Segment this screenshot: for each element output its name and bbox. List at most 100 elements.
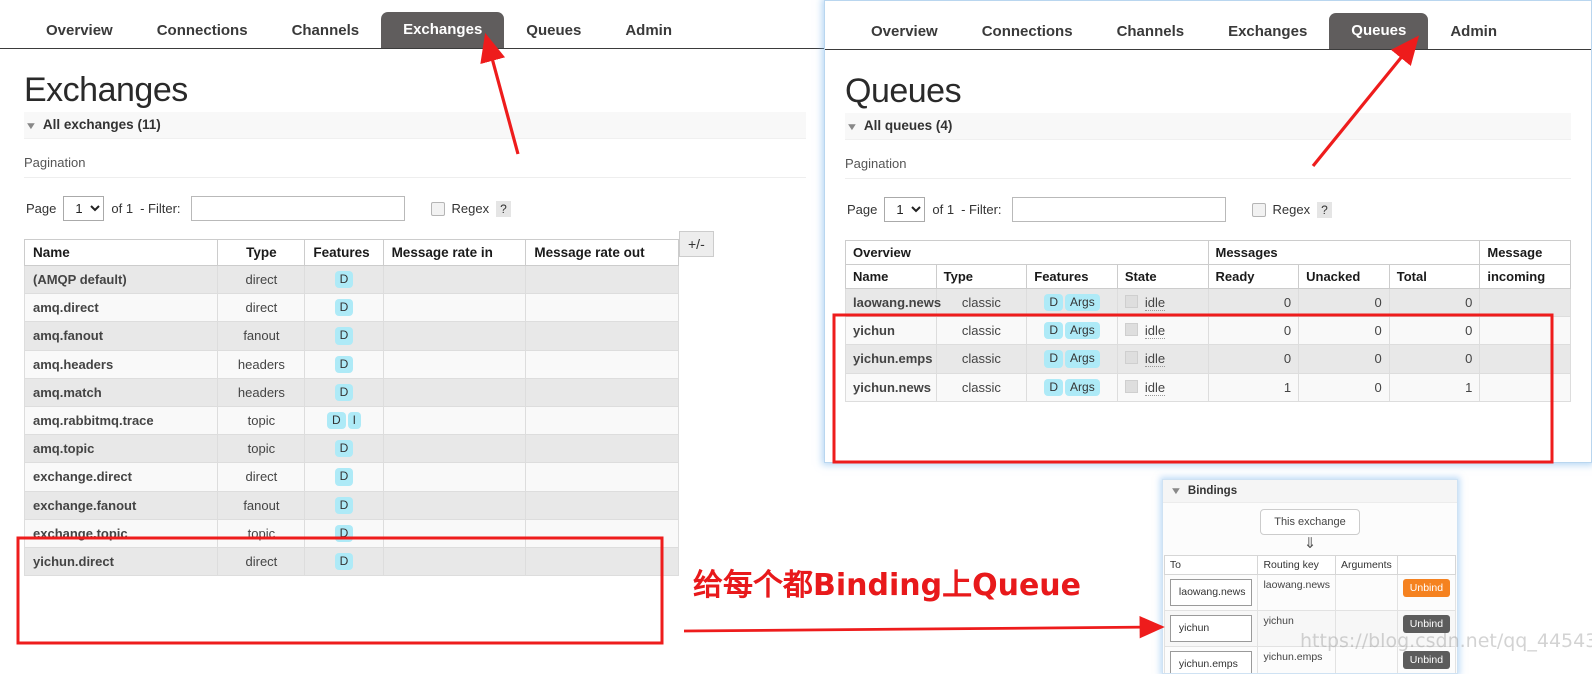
feature-badge[interactable]: D [334,355,354,373]
all-exchanges-section-header[interactable]: ▼ All exchanges (11) [24,112,806,139]
feature-badge[interactable]: D [334,496,354,514]
col-name[interactable]: Name [23,239,219,266]
q-filter-input[interactable] [1011,197,1226,222]
tab-connections-link[interactable]: Connections [135,14,270,48]
feature-badge[interactable]: D [326,411,346,430]
feature-badge[interactable]: D [1044,294,1064,312]
collapse-caret-icon[interactable]: ▼ [25,121,38,132]
exchange-name[interactable]: exchange.direct [23,462,219,492]
collapse-caret-icon-queues[interactable]: ▼ [846,122,859,133]
q-page-select[interactable]: 1 [884,197,926,222]
q-col-ready[interactable]: Ready [1207,264,1300,289]
feature-badge[interactable]: I [347,411,361,430]
feature-badge[interactable]: Args [1065,350,1100,368]
tab-overview-link[interactable]: Overview [24,14,135,48]
col-rate-in[interactable]: Message rate in [382,239,527,266]
tab-queues[interactable]: Queues [504,14,603,48]
exchange-row[interactable]: exchange.direct direct D [23,462,679,492]
exchange-name[interactable]: yichun.direct [23,546,219,577]
col-features[interactable]: Features [304,239,384,266]
regex-checkbox[interactable] [430,201,445,216]
q-tab-connections-link[interactable]: Connections [960,15,1095,49]
q-tab-queues-link[interactable]: Queues [1329,13,1429,49]
binding-to-queue-link[interactable]: yichun [1169,615,1253,642]
feature-badge[interactable]: D [334,552,354,571]
feature-badge[interactable]: Args [1065,378,1100,396]
exchange-name[interactable]: amq.fanout [23,321,219,351]
tab-admin-link[interactable]: Admin [603,14,694,48]
q-col-type[interactable]: Type [935,264,1028,289]
exchange-row[interactable]: yichun.direct direct D [23,546,679,577]
q-tab-exchanges-link[interactable]: Exchanges [1206,15,1329,49]
feature-badge[interactable]: D [1044,378,1064,396]
q-tab-connections[interactable]: Connections [960,15,1095,49]
q-tab-overview-link[interactable]: Overview [849,15,960,49]
queue-name[interactable]: laowang.news [845,287,941,318]
feature-badge[interactable]: Args [1065,294,1100,312]
all-queues-section-header[interactable]: ▼ All queues (4) [845,113,1571,140]
q-tab-admin-link[interactable]: Admin [1428,15,1519,49]
toggle-columns-button[interactable]: +/- [679,231,714,257]
tab-connections[interactable]: Connections [135,14,270,48]
bindings-caret-icon[interactable]: ▼ [1170,486,1183,497]
exchange-row[interactable]: amq.topic topic D [23,434,679,464]
exchange-row[interactable]: amq.direct direct D [23,293,679,323]
feature-badge[interactable]: D [1044,350,1064,368]
exchange-row[interactable]: amq.headers headers D [23,349,679,379]
queue-row[interactable]: yichun classic D Args idle 0 0 0 [845,316,1571,346]
tab-overview[interactable]: Overview [24,14,135,48]
exchange-row[interactable]: exchange.topic topic D [23,518,679,548]
binding-to-queue-link[interactable]: laowang.news [1169,579,1253,606]
col-type[interactable]: Type [217,239,306,266]
tab-queues-link[interactable]: Queues [504,14,603,48]
exchange-row[interactable]: amq.fanout fanout D [23,321,679,351]
exchange-name[interactable]: exchange.fanout [23,490,219,520]
queue-name[interactable]: yichun.emps [845,344,937,374]
queue-row[interactable]: yichun.news classic D Args idle 1 0 1 [845,372,1571,402]
binding-to-queue-link[interactable]: yichun.emps [1169,651,1253,673]
exchange-name[interactable]: amq.topic [23,434,219,464]
feature-badge[interactable]: D [334,271,354,289]
q-col-state[interactable]: State [1116,264,1209,289]
q-col-total[interactable]: Total [1388,264,1481,289]
feature-badge[interactable]: D [334,468,354,486]
q-col-features[interactable]: Features [1026,264,1118,289]
feature-badge[interactable]: D [334,383,354,401]
exchange-name[interactable]: amq.headers [23,349,219,379]
feature-badge[interactable]: D [334,327,354,345]
tab-exchanges-link[interactable]: Exchanges [381,12,505,48]
exchange-row[interactable]: amq.rabbitmq.trace topic D I [23,405,679,436]
feature-badge[interactable]: D [334,299,354,317]
q-tab-queues[interactable]: Queues [1329,13,1429,49]
q-regex-help-icon[interactable]: ? [1317,201,1332,218]
q-tab-channels-link[interactable]: Channels [1095,15,1207,49]
feature-badge[interactable]: D [334,524,354,542]
queue-row[interactable]: laowang.news classic D Args idle 0 0 0 [845,287,1571,318]
q-col-unacked[interactable]: Unacked [1298,264,1390,289]
exchange-name[interactable]: exchange.topic [23,518,219,548]
col-rate-out[interactable]: Message rate out [525,239,679,266]
exchange-row[interactable]: (AMQP default) direct D [23,264,679,295]
binding-row[interactable]: laowang.news laowang.news Unbind [1163,574,1457,611]
exchange-name[interactable]: amq.direct [23,293,219,323]
filter-input[interactable] [190,196,405,221]
unbind-button[interactable]: Unbind [1402,651,1451,669]
feature-badge[interactable]: D [1044,322,1064,340]
exchange-name[interactable]: (AMQP default) [23,264,219,295]
queue-name[interactable]: yichun [845,316,937,346]
tab-admin[interactable]: Admin [603,14,694,48]
exchange-name[interactable]: amq.rabbitmq.trace [23,405,219,436]
feature-badge[interactable]: Args [1065,322,1100,340]
bindings-header[interactable]: ▼ Bindings [1163,480,1457,503]
exchange-row[interactable]: exchange.fanout fanout D [23,490,679,520]
queue-name[interactable]: yichun.news [845,372,937,402]
exchange-row[interactable]: amq.match headers D [23,377,679,407]
q-regex-checkbox[interactable] [1251,202,1266,217]
q-tab-overview[interactable]: Overview [849,15,960,49]
q-tab-admin[interactable]: Admin [1428,15,1519,49]
tab-channels[interactable]: Channels [270,14,382,48]
page-select[interactable]: 1 [63,196,105,221]
q-tab-channels[interactable]: Channels [1095,15,1207,49]
q-tab-exchanges[interactable]: Exchanges [1206,15,1329,49]
unbind-button[interactable]: Unbind [1402,579,1451,597]
